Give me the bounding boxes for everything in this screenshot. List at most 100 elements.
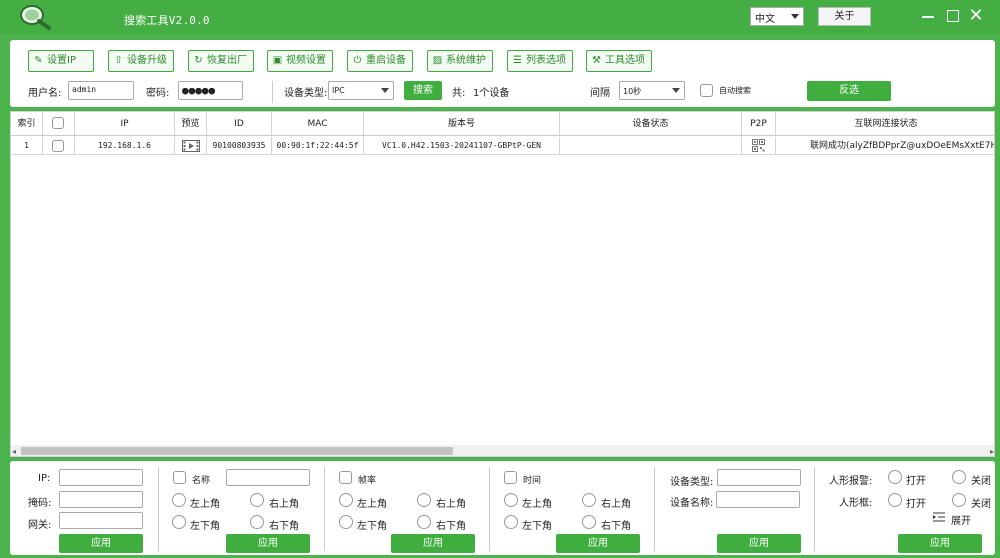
cell-p2p[interactable] xyxy=(742,137,776,154)
device-name-input[interactable] xyxy=(716,491,800,508)
divider xyxy=(654,467,655,551)
qr-code-icon[interactable] xyxy=(752,139,765,152)
col-index[interactable]: 索引 xyxy=(11,112,43,135)
language-select[interactable]: 中文 xyxy=(750,7,804,26)
table-row[interactable]: 1 192.168.1.6 90100803935 00:90:1f:22:44… xyxy=(11,137,994,155)
col-status[interactable]: 设备状态 xyxy=(560,112,742,135)
about-button[interactable]: 关于 xyxy=(818,7,871,26)
osd-time-bottom-right-label: 右下角 xyxy=(601,521,631,532)
osd-time-top-left-radio[interactable] xyxy=(504,493,518,507)
osd-fps-top-left-radio[interactable] xyxy=(339,493,353,507)
maximize-icon[interactable] xyxy=(942,6,962,26)
human-alarm-on-radio[interactable] xyxy=(888,470,902,484)
scrollbar-thumb[interactable] xyxy=(21,447,453,455)
apply-osd-fps-button[interactable]: 应用 xyxy=(391,534,475,553)
minimize-icon[interactable] xyxy=(918,6,938,26)
factory-reset-button[interactable]: ↻ 恢复出厂 xyxy=(188,50,254,72)
invert-selection-button[interactable]: 反选 xyxy=(807,81,891,101)
set-ip-button[interactable]: ✎ 设置IP xyxy=(28,50,94,72)
cell-status xyxy=(560,137,742,154)
select-all-checkbox[interactable] xyxy=(52,117,64,129)
apply-osd-time-button[interactable]: 应用 xyxy=(556,534,640,553)
expand-label[interactable]: 展开 xyxy=(951,512,971,527)
video-settings-label: 视频设置 xyxy=(286,55,326,66)
scroll-right-icon[interactable]: ▸ xyxy=(990,447,994,456)
device-upgrade-button[interactable]: ⇧ 设备升级 xyxy=(108,50,174,72)
col-p2p[interactable]: P2P xyxy=(742,112,776,135)
col-version[interactable]: 版本号 xyxy=(364,112,560,135)
osd-time-label: 时间 xyxy=(523,476,542,486)
auto-search-label: 自动搜索 xyxy=(719,86,751,95)
osd-name-bottom-right-radio[interactable] xyxy=(250,515,264,529)
cell-preview[interactable] xyxy=(175,137,207,154)
human-frame-on-radio[interactable] xyxy=(888,493,902,507)
power-icon: ⏻ xyxy=(353,55,362,66)
expand-icon[interactable] xyxy=(933,512,945,522)
col-mac[interactable]: MAC xyxy=(272,112,364,135)
mask-input[interactable] xyxy=(59,491,143,508)
interval-select[interactable]: 10秒 xyxy=(619,81,685,100)
tool-options-button[interactable]: ⚒ 工具选项 xyxy=(586,50,652,72)
apply-network-button[interactable]: 应用 xyxy=(59,534,143,553)
divider xyxy=(489,467,490,551)
app-title: 搜索工具V2.0.0 xyxy=(124,14,210,27)
osd-time-bottom-right-radio[interactable] xyxy=(582,515,596,529)
video-settings-button[interactable]: ▣ 视频设置 xyxy=(267,50,333,72)
osd-fps-bottom-right-label: 右下角 xyxy=(436,521,466,532)
list-options-button[interactable]: ☰ 列表选项 xyxy=(507,50,573,72)
human-alarm-off-radio[interactable] xyxy=(952,470,966,484)
col-ip[interactable]: IP xyxy=(75,112,175,135)
reboot-device-button[interactable]: ⏻ 重启设备 xyxy=(347,50,413,72)
toolbar-panel: ✎ 设置IP ⇧ 设备升级 ↻ 恢复出厂 ▣ 视频设置 ⏻ 重启设备 ▨ 系统维护 ☰ 列表选… xyxy=(10,40,995,107)
osd-name-input[interactable] xyxy=(226,469,310,486)
osd-fps-top-right-label: 右上角 xyxy=(436,499,466,510)
osd-name-top-left-label: 左上角 xyxy=(190,499,220,510)
cell-select[interactable] xyxy=(43,137,75,154)
osd-name-top-left-radio[interactable] xyxy=(172,493,186,507)
col-id[interactable]: ID xyxy=(207,112,272,135)
system-maintenance-button[interactable]: ▨ 系统维护 xyxy=(427,50,493,72)
osd-name-top-right-radio[interactable] xyxy=(250,493,264,507)
osd-time-bottom-left-radio[interactable] xyxy=(504,515,518,529)
cell-version: VC1.0.H42.1503-20241107-GBPtP-GEN xyxy=(364,137,560,154)
osd-name-checkbox[interactable] xyxy=(173,471,186,484)
ip-input[interactable] xyxy=(59,469,143,486)
osd-fps-bottom-right-radio[interactable] xyxy=(417,515,431,529)
osd-fps-bottom-left-radio[interactable] xyxy=(339,515,353,529)
apply-osd-name-button[interactable]: 应用 xyxy=(226,534,310,553)
ip-label: IP: xyxy=(38,473,51,484)
cell-ip: 192.168.1.6 xyxy=(75,137,175,154)
apply-human-button[interactable]: 应用 xyxy=(898,534,982,553)
device-type-setting-input[interactable] xyxy=(717,469,801,486)
osd-name-label: 名称 xyxy=(192,476,211,486)
osd-fps-checkbox[interactable] xyxy=(339,471,352,484)
system-maintenance-label: 系统维护 xyxy=(446,55,486,66)
col-preview[interactable]: 预览 xyxy=(175,112,207,135)
osd-name-bottom-left-label: 左下角 xyxy=(190,521,220,532)
search-button[interactable]: 搜索 xyxy=(404,81,442,100)
osd-name-bottom-left-radio[interactable] xyxy=(172,515,186,529)
film-icon[interactable] xyxy=(182,140,200,152)
osd-time-checkbox[interactable] xyxy=(504,471,517,484)
gateway-input[interactable] xyxy=(59,512,143,529)
divider xyxy=(814,467,815,551)
username-input[interactable]: admin xyxy=(68,81,134,100)
human-frame-off-radio[interactable] xyxy=(952,493,966,507)
scroll-left-icon[interactable]: ◂ xyxy=(12,447,16,456)
device-type-select[interactable]: IPC xyxy=(328,81,394,100)
col-select[interactable] xyxy=(43,112,75,135)
auto-search-checkbox[interactable] xyxy=(700,84,713,97)
col-internet[interactable]: 互联网连接状态 xyxy=(776,112,994,135)
interval-value: 10秒 xyxy=(623,87,642,96)
row-checkbox[interactable] xyxy=(52,140,64,152)
password-input[interactable]: ●●●●● xyxy=(178,81,243,100)
horizontal-scrollbar[interactable]: ◂ ▸ xyxy=(11,445,994,456)
osd-time-top-right-radio[interactable] xyxy=(582,493,596,507)
osd-fps-top-right-radio[interactable] xyxy=(417,493,431,507)
apply-device-button[interactable]: 应用 xyxy=(717,534,801,553)
list-options-label: 列表选项 xyxy=(526,55,566,66)
chevron-down-icon xyxy=(672,88,680,93)
human-alarm-label: 人形报警: xyxy=(829,476,873,487)
close-icon[interactable]: ✕ xyxy=(966,6,986,26)
divider xyxy=(324,467,325,551)
